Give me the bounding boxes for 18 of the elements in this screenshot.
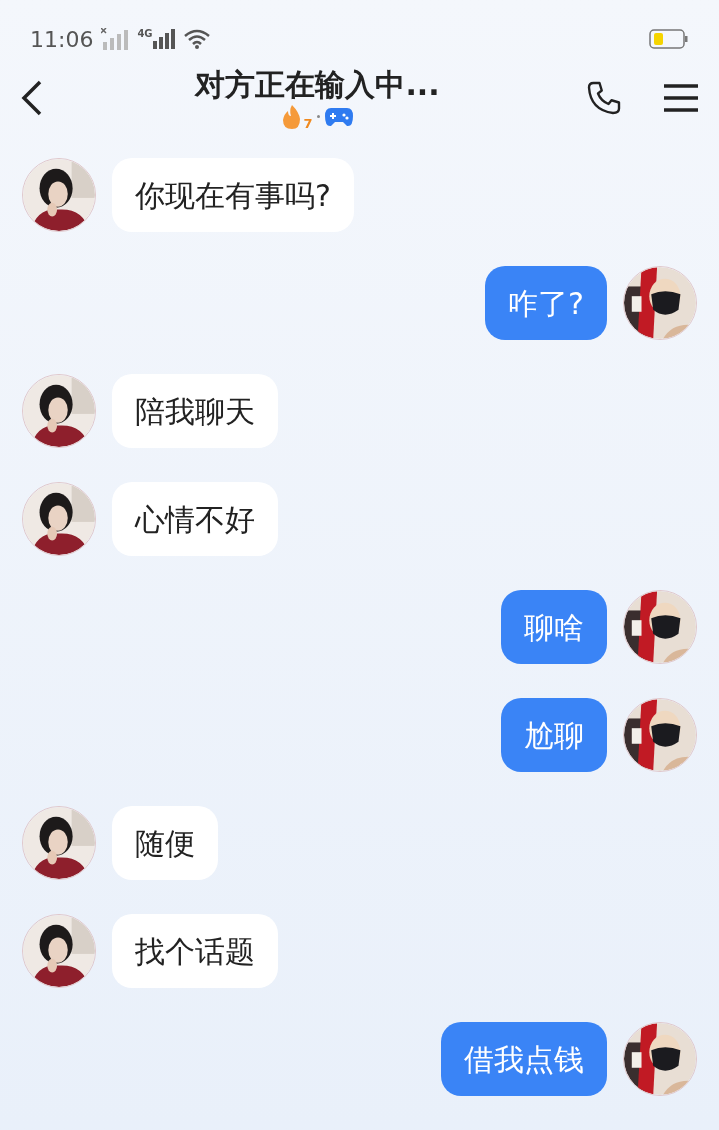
status-time: 11:06 (30, 25, 94, 54)
message-bubble: 你现在有事吗? (112, 158, 354, 232)
signal-icon (152, 29, 175, 49)
message-bubble: 借我点钱 (441, 1022, 607, 1096)
message-bubble: 陪我聊天 (112, 374, 278, 448)
message-bubble: 尬聊 (501, 698, 607, 772)
chat-title: 对方正在输入中... (195, 66, 440, 104)
message-bubble: 找个话题 (112, 914, 278, 988)
signal-icon (101, 28, 130, 50)
message-bubble: 随便 (112, 806, 218, 880)
network-label: 4G (137, 29, 153, 39)
streak-count: 7 (303, 116, 313, 130)
message-bubble: 咋了? (485, 266, 607, 340)
message-bubble: 聊啥 (501, 590, 607, 664)
battery-icon (649, 28, 689, 50)
gamepad-icon (323, 105, 354, 128)
message-bubble: 心情不好 (112, 482, 278, 556)
wifi-icon (182, 28, 211, 50)
